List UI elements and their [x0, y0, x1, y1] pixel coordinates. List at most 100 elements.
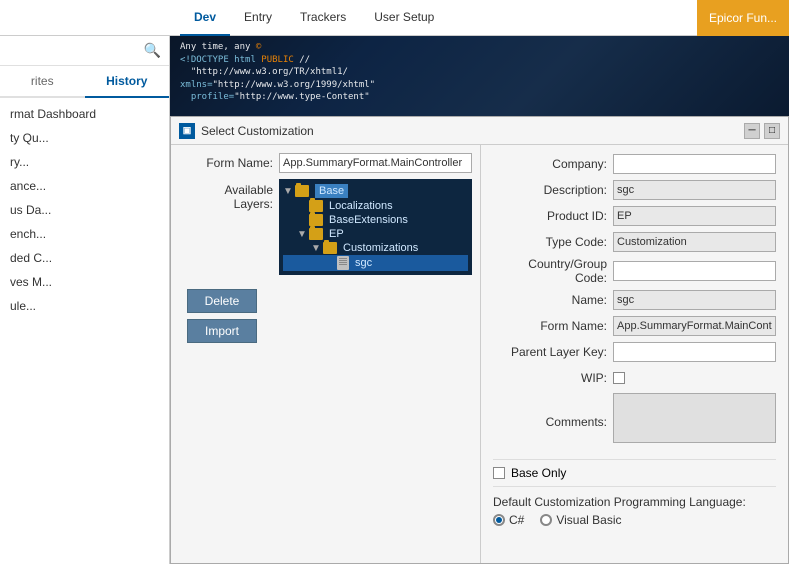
sidebar-tab-favorites[interactable]: rites [0, 66, 85, 96]
file-icon-sgc [337, 256, 349, 270]
form-name-label: Form Name: [179, 156, 279, 170]
dialog-right-panel: Company: Description: Product ID: [481, 145, 788, 563]
name-label: Name: [493, 293, 613, 307]
dialog-body: Form Name: AvailableLayers: ▼ Base [171, 145, 788, 563]
tree-toggle-customizations[interactable]: ▼ [311, 243, 321, 254]
dialog-left-panel: Form Name: AvailableLayers: ▼ Base [171, 145, 481, 563]
type-code-row: Type Code: [493, 231, 776, 253]
tree-label-customizations: Customizations [343, 242, 418, 254]
wip-label: WIP: [493, 371, 613, 385]
tree-node-ep[interactable]: ▼ EP [283, 227, 468, 241]
available-layers-row: AvailableLayers: ▼ Base [179, 179, 472, 275]
sidebar-item-6[interactable]: ded C... [0, 246, 169, 270]
tree-label-localizations: Localizations [329, 200, 393, 212]
language-section: Default Customization Programming Langua… [493, 486, 776, 527]
tab-entry[interactable]: Entry [230, 0, 286, 36]
tree-toggle-ep[interactable]: ▼ [297, 229, 307, 240]
tab-dev[interactable]: Dev [180, 0, 230, 36]
parent-layer-input[interactable] [613, 342, 776, 362]
radio-label-csharp: C# [509, 513, 524, 527]
sidebar-item-1[interactable]: ty Qu... [0, 126, 169, 150]
tree-toggle-base[interactable]: ▼ [283, 186, 293, 197]
folder-icon-localizations [309, 200, 323, 212]
dialog: ▣ Select Customization ─ □ Form Name: Av [170, 116, 789, 564]
sidebar-item-4[interactable]: us Da... [0, 198, 169, 222]
tree-node-base[interactable]: ▼ Base [283, 183, 468, 199]
sidebar-items: rmat Dashboard ty Qu... ry... ance... us… [0, 98, 169, 322]
description-input[interactable] [613, 180, 776, 200]
wip-checkbox[interactable] [613, 372, 625, 384]
folder-icon-customizations [323, 242, 337, 254]
name-row: Name: [493, 289, 776, 311]
header-code-text: Any time, any © <!DOCTYPE html PUBLIC //… [180, 41, 375, 104]
company-input[interactable] [613, 154, 776, 174]
country-label: Country/Group Code: [493, 257, 613, 285]
tree-node-baseextensions[interactable]: BaseExtensions [283, 213, 468, 227]
tree-label-baseextensions: BaseExtensions [329, 214, 408, 226]
description-row: Description: [493, 179, 776, 201]
minimize-button[interactable]: ─ [744, 123, 760, 139]
company-label: Company: [493, 157, 613, 171]
right-form-name-label: Form Name: [493, 319, 613, 333]
comments-label: Comments: [493, 415, 613, 429]
folder-icon-baseextensions [309, 214, 323, 226]
content-area: Any time, any © <!DOCTYPE html PUBLIC //… [170, 36, 789, 564]
wip-checkbox-area [613, 372, 625, 384]
sidebar-search-area: 🔍 [0, 36, 169, 66]
radio-csharp[interactable]: C# [493, 513, 524, 527]
dialog-controls: ─ □ [744, 123, 780, 139]
name-input[interactable] [613, 290, 776, 310]
dialog-titlebar: ▣ Select Customization ─ □ [171, 117, 788, 145]
sidebar-item-5[interactable]: ench... [0, 222, 169, 246]
tab-user-setup[interactable]: User Setup [360, 0, 448, 36]
sidebar-tab-history[interactable]: History [85, 66, 170, 98]
maximize-button[interactable]: □ [764, 123, 780, 139]
header-image: Any time, any © <!DOCTYPE html PUBLIC //… [170, 36, 789, 116]
radio-label-vb: Visual Basic [556, 513, 621, 527]
type-code-label: Type Code: [493, 235, 613, 249]
radio-vb[interactable]: Visual Basic [540, 513, 621, 527]
country-input[interactable] [613, 261, 776, 281]
tree-node-localizations[interactable]: Localizations [283, 199, 468, 213]
tab-trackers[interactable]: Trackers [286, 0, 360, 36]
top-nav: Dev Entry Trackers User Setup Epicor Fun… [0, 0, 789, 36]
tree-label-ep: EP [329, 228, 344, 240]
epicor-button[interactable]: Epicor Fun... [697, 0, 789, 36]
base-only-checkbox[interactable] [493, 467, 505, 479]
company-row: Company: [493, 153, 776, 175]
import-button[interactable]: Import [187, 319, 257, 343]
sidebar-tabs: rites History [0, 66, 169, 98]
delete-button[interactable]: Delete [187, 289, 257, 313]
type-code-input[interactable] [613, 232, 776, 252]
sidebar-item-3[interactable]: ance... [0, 174, 169, 198]
parent-layer-row: Parent Layer Key: [493, 341, 776, 363]
dialog-title-text: Select Customization [201, 124, 314, 138]
sidebar-item-0[interactable]: rmat Dashboard [0, 102, 169, 126]
folder-icon-base [295, 185, 309, 197]
radio-row: C# Visual Basic [493, 509, 776, 527]
right-form-name-input[interactable] [613, 316, 776, 336]
parent-layer-label: Parent Layer Key: [493, 345, 613, 359]
dialog-title: ▣ Select Customization [179, 123, 314, 139]
form-name-input[interactable] [279, 153, 472, 173]
wip-row: WIP: [493, 367, 776, 389]
dialog-buttons: Delete Import [179, 281, 472, 351]
sidebar-item-2[interactable]: ry... [0, 150, 169, 174]
tree-container[interactable]: ▼ Base Localizations [279, 179, 472, 275]
sidebar-item-8[interactable]: ule... [0, 294, 169, 318]
tree-label-base: Base [315, 184, 348, 198]
radio-circle-csharp [493, 514, 505, 526]
search-icon[interactable]: 🔍 [144, 42, 161, 59]
comments-row: Comments: [493, 393, 776, 451]
main-layout: 🔍 rites History rmat Dashboard ty Qu... … [0, 36, 789, 564]
right-form-name-row: Form Name: [493, 315, 776, 337]
tree-node-sgc[interactable]: sgc [283, 255, 468, 271]
base-only-row: Base Only [493, 459, 776, 486]
product-id-input[interactable] [613, 206, 776, 226]
description-label: Description: [493, 183, 613, 197]
sidebar-item-7[interactable]: ves M... [0, 270, 169, 294]
comments-area[interactable] [613, 393, 776, 443]
country-row: Country/Group Code: [493, 257, 776, 285]
available-layers-label: AvailableLayers: [179, 179, 279, 211]
tree-node-customizations[interactable]: ▼ Customizations [283, 241, 468, 255]
